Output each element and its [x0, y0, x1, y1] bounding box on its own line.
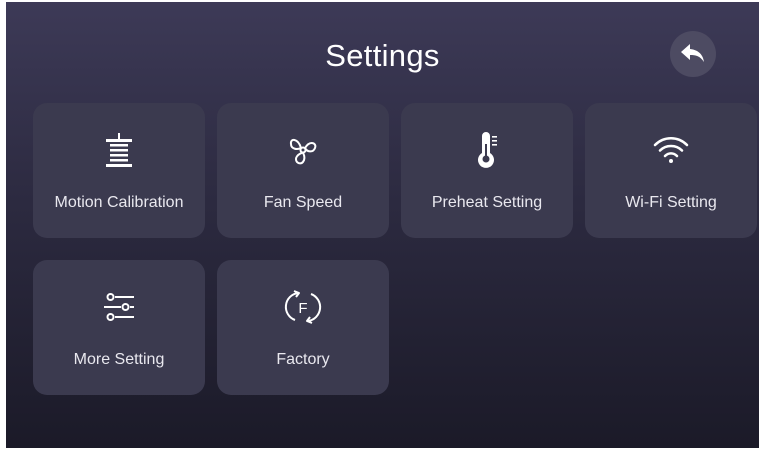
undo-arrow-icon [680, 43, 706, 65]
tile-wifi-setting[interactable]: Wi-Fi Setting [585, 103, 757, 238]
wifi-icon [585, 131, 757, 169]
tile-more-setting[interactable]: More Setting [33, 260, 205, 395]
sliders-icon [33, 288, 205, 326]
settings-screen: Settings Motion Calibration Fan Speed Pr… [6, 2, 759, 448]
factory-reset-icon: F [217, 288, 389, 326]
tile-label: Preheat Setting [431, 194, 543, 211]
tile-label: Wi-Fi Setting [625, 194, 717, 211]
tile-label: Motion Calibration [54, 194, 184, 211]
tile-preheat-setting[interactable]: Preheat Setting [401, 103, 573, 238]
tile-factory[interactable]: F Factory [217, 260, 389, 395]
thermometer-icon [401, 131, 573, 169]
fan-icon [217, 131, 389, 169]
back-button[interactable] [670, 31, 716, 77]
svg-text:F: F [298, 300, 307, 317]
tile-fan-speed[interactable]: Fan Speed [217, 103, 389, 238]
tile-label: More Setting [73, 351, 165, 368]
tile-motion-calibration[interactable]: Motion Calibration [33, 103, 205, 238]
printer-bed-level-icon [33, 131, 205, 169]
tile-label: Factory [276, 351, 330, 368]
tile-label: Fan Speed [263, 194, 343, 211]
page-title: Settings [325, 38, 440, 73]
